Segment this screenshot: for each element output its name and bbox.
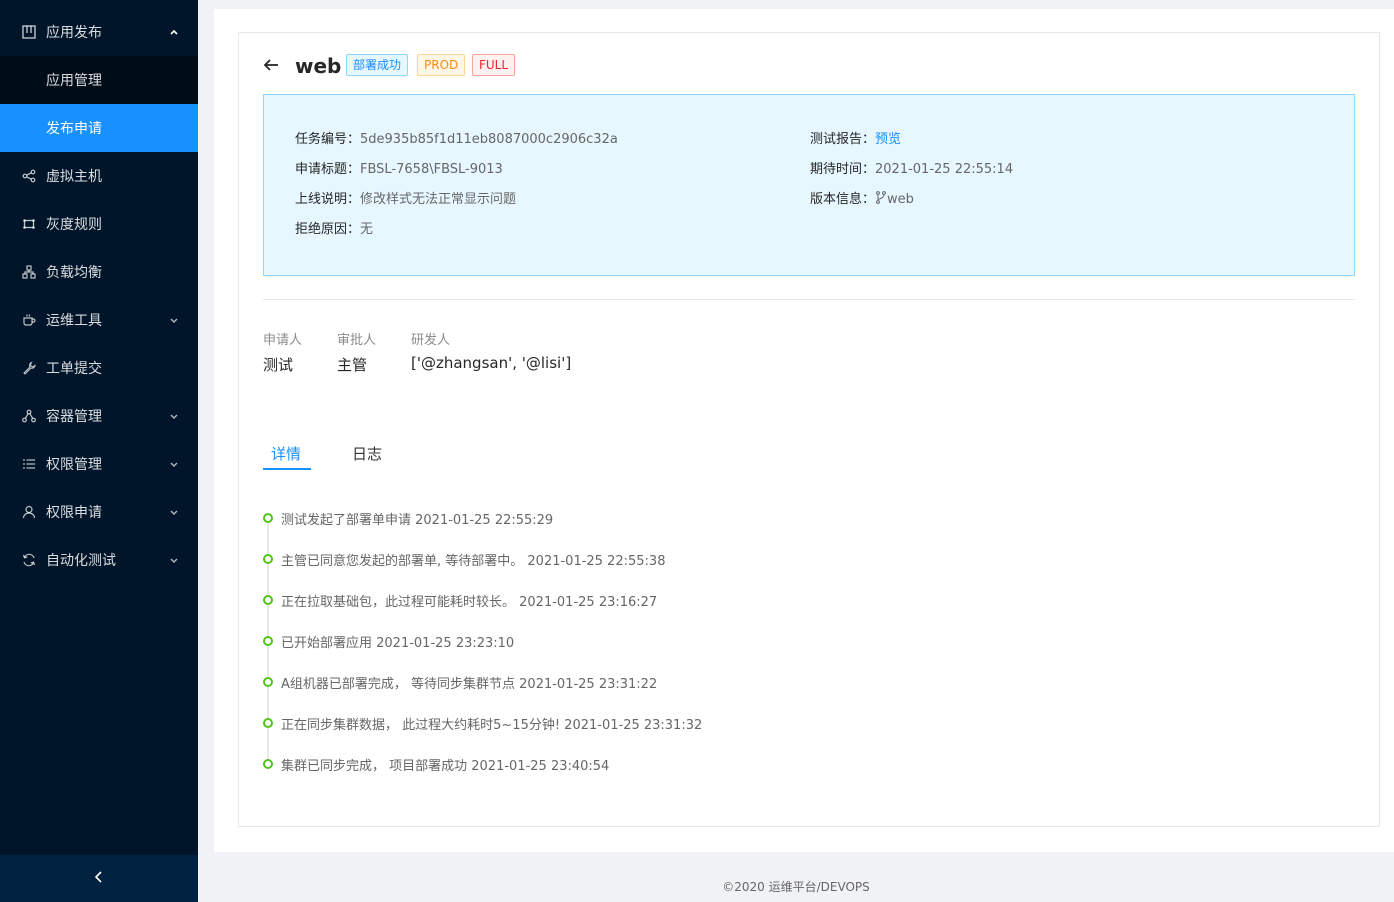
back-button[interactable] [262, 56, 280, 74]
branch-icon [875, 191, 887, 208]
online-desc-label: 上线说明： [295, 192, 361, 207]
sidebar-item-label: 应用发布 [46, 25, 102, 41]
sidebar-collapse-button[interactable] [0, 855, 198, 902]
expect-time-row: 期待时间：2021-01-25 22:55:14 [810, 158, 1013, 177]
reject-label: 拒绝原因： [295, 222, 361, 237]
timeline-item: 主管已同意您发起的部署单, 等待部署中。 2021-01-25 22:55:38 [281, 554, 666, 569]
sidebar: 应用发布 应用管理 发布申请 虚拟主机 灰度规则 负载均衡 运维工具 工单提交 … [0, 0, 198, 902]
user-icon [21, 504, 37, 520]
appstore-icon [21, 24, 37, 40]
top-strip [198, 0, 1394, 9]
reject-value: 无 [360, 222, 374, 237]
version-value: web [887, 192, 914, 207]
sidebar-item-work-order[interactable]: 工单提交 [0, 344, 198, 392]
info-box [263, 94, 1355, 276]
timeline-dot [263, 759, 273, 769]
chevron-down-icon [168, 554, 180, 566]
divider [263, 299, 1355, 300]
version-row: 版本信息： web [810, 188, 914, 208]
sidebar-item-label: 虚拟主机 [46, 169, 102, 185]
sidebar-item-ops-tools[interactable]: 运维工具 [0, 296, 198, 344]
sidebar-item-label: 应用管理 [46, 73, 102, 89]
approver-label: 审批人 [337, 333, 377, 348]
sidebar-item-label: 灰度规则 [46, 217, 102, 233]
tab-ink-bar [263, 468, 311, 470]
sidebar-item-label: 发布申请 [46, 121, 102, 137]
expect-time-value: 2021-01-25 22:55:14 [875, 162, 1014, 177]
task-no-row: 任务编号：5de935b85f1d11eb8087000c2906c32a [295, 128, 618, 147]
frame-icon [21, 216, 37, 232]
reject-row: 拒绝原因：无 [295, 218, 373, 237]
apply-title-label: 申请标题： [295, 162, 361, 177]
sidebar-item-label: 运维工具 [46, 313, 102, 329]
sidebar-item-label: 负载均衡 [46, 265, 102, 281]
sidebar-item-auto-test[interactable]: 自动化测试 [0, 536, 198, 584]
type-tag: FULL [472, 54, 516, 76]
expect-time-label: 期待时间： [810, 162, 876, 177]
applicant-label: 申请人 [263, 333, 303, 348]
sidebar-item-gray-rule[interactable]: 灰度规则 [0, 200, 198, 248]
sidebar-item-label: 权限管理 [46, 457, 102, 473]
sidebar-item-label: 工单提交 [46, 361, 102, 377]
page-title: web [295, 54, 342, 78]
chevron-down-icon [168, 314, 180, 326]
sidebar-item-load-balance[interactable]: 负载均衡 [0, 248, 198, 296]
coffee-icon [21, 312, 37, 328]
sidebar-item-label: 权限申请 [46, 505, 102, 521]
applicant-value: 测试 [263, 356, 294, 374]
chevron-down-icon [168, 410, 180, 422]
developer-value: ['@zhangsan', '@lisi'] [411, 354, 572, 372]
online-desc-value: 修改样式无法正常显示问题 [360, 192, 517, 207]
sidebar-item-virtual-host[interactable]: 虚拟主机 [0, 152, 198, 200]
developer-label: 研发人 [411, 333, 451, 348]
timeline-item: 正在拉取基础包，此过程可能耗时较长。 2021-01-25 23:16:27 [281, 595, 658, 610]
timeline-dot [263, 718, 273, 728]
cluster-icon [21, 264, 37, 280]
share-icon [21, 168, 37, 184]
tab-log[interactable]: 日志 [352, 443, 382, 464]
env-tag: PROD [417, 54, 466, 76]
apply-title-value: FBSL-7658\FBSL-9013 [360, 162, 503, 177]
version-label: 版本信息： [810, 192, 876, 207]
online-desc-row: 上线说明：修改样式无法正常显示问题 [295, 188, 516, 207]
timeline-dot [263, 513, 273, 523]
sidebar-item-container[interactable]: 容器管理 [0, 392, 198, 440]
arrow-left-icon [262, 59, 280, 78]
task-no-value: 5de935b85f1d11eb8087000c2906c32a [360, 132, 618, 147]
apply-title-row: 申请标题：FBSL-7658\FBSL-9013 [295, 158, 503, 177]
status-tag: 部署成功 [346, 54, 409, 76]
sidebar-item-label: 容器管理 [46, 409, 102, 425]
list-icon [21, 456, 37, 472]
timeline-item: A组机器已部署完成， 等待同步集群节点 2021-01-25 23:31:22 [281, 677, 658, 692]
nodes-icon [21, 408, 37, 424]
sidebar-item-permission-apply[interactable]: 权限申请 [0, 488, 198, 536]
chevron-up-icon [168, 26, 180, 38]
tab-detail[interactable]: 详情 [271, 443, 301, 464]
preview-link[interactable]: 预览 [875, 132, 901, 147]
test-report-label: 测试报告： [810, 132, 876, 147]
timeline-dot [263, 554, 273, 564]
timeline-dot [263, 677, 273, 687]
timeline-item: 集群已同步完成， 项目部署成功 2021-01-25 23:40:54 [281, 759, 610, 774]
wrench-icon [21, 360, 37, 376]
timeline-dot [263, 636, 273, 646]
footer-copyright: ©2020 运维平台/DEVOPS [722, 880, 870, 894]
chevron-left-icon [93, 869, 105, 888]
chevron-down-icon [168, 458, 180, 470]
timeline-item: 已开始部署应用 2021-01-25 23:23:10 [281, 636, 515, 651]
sidebar-item-app-manage[interactable]: 应用管理 [0, 56, 198, 104]
task-no-label: 任务编号： [295, 132, 361, 147]
chevron-down-icon [168, 506, 180, 518]
timeline-item: 正在同步集群数据， 此过程大约耗时5~15分钟! 2021-01-25 23:3… [281, 718, 703, 733]
test-report-row: 测试报告：预览 [810, 128, 901, 147]
timeline-dot [263, 595, 273, 605]
sidebar-item-label: 自动化测试 [46, 553, 116, 569]
sidebar-item-permission-manage[interactable]: 权限管理 [0, 440, 198, 488]
approver-value: 主管 [337, 356, 368, 374]
timeline-item: 测试发起了部署单申请 2021-01-25 22:55:29 [281, 513, 554, 528]
sidebar-item-release-apply[interactable]: 发布申请 [0, 104, 198, 152]
sync-icon [21, 552, 37, 568]
sidebar-item-app-release[interactable]: 应用发布 [0, 8, 198, 56]
